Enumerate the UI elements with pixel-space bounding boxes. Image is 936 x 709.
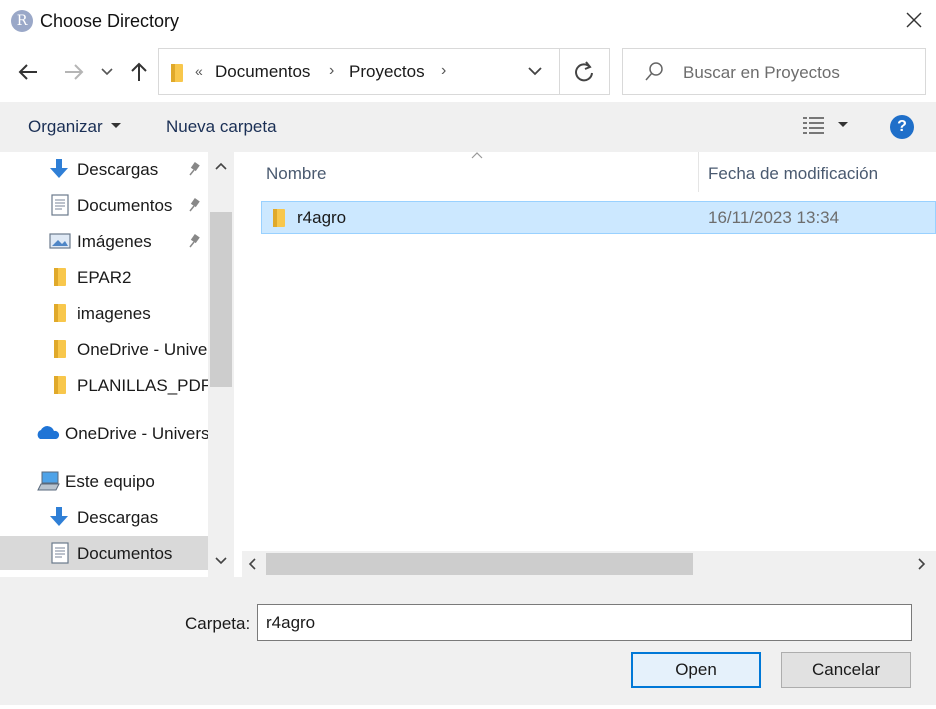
sidebar-item-label: EPAR2 [77,268,132,287]
folder-icon [273,209,285,227]
sidebar-item-label: Documentos [77,544,173,563]
scroll-up-icon[interactable] [215,162,227,170]
address-dropdown-icon[interactable] [527,63,543,79]
cloud-icon [37,426,60,439]
arrow-left-icon [18,64,37,80]
pin-icon[interactable] [186,161,202,177]
file-name: r4agro [297,208,347,227]
sidebar-item-planillas[interactable]: PLANILLAS_PDFS [0,368,208,402]
search-box[interactable]: Buscar en Proyectos [622,48,926,95]
sidebar-item-imagenes-pinned[interactable]: Imágenes [0,224,208,258]
organize-menu-button[interactable]: Organizar [28,117,103,137]
close-icon [906,12,922,28]
sidebar-item-este-equipo[interactable]: Este equipo [0,464,208,498]
folder-icon [54,340,66,358]
title-bar: R Choose Directory [0,0,936,44]
picture-icon [49,233,71,249]
close-button[interactable] [902,8,926,32]
download-arrow-icon [50,159,68,178]
arrow-right-icon [65,64,84,80]
sidebar-item-imagenes[interactable]: imagenes [0,296,208,330]
document-icon [51,194,69,216]
sidebar-scroll-thumb[interactable] [210,212,232,387]
open-button[interactable]: Open [631,652,761,688]
column-divider[interactable] [698,152,699,192]
view-options-icon[interactable] [802,114,826,136]
computer-icon [37,471,60,491]
sidebar-item-label: PLANILLAS_PDFS [77,376,208,395]
search-icon [645,62,663,81]
help-button[interactable]: ? [890,115,914,139]
sidebar-item-onedrive-folder[interactable]: OneDrive - Unive [0,332,208,366]
document-icon [51,542,69,564]
caret-down-icon[interactable] [111,123,121,129]
forward-button[interactable] [60,58,88,86]
sidebar-item-documentos[interactable]: Documentos [0,188,208,222]
window-title: Choose Directory [40,11,180,31]
command-toolbar: Organizar Nueva carpeta ? [0,102,936,152]
up-button[interactable] [125,58,153,86]
sidebar-item-onedrive[interactable]: OneDrive - Univers [0,416,208,450]
breadcrumb-proyectos[interactable]: Proyectos [349,62,425,82]
folder-icon [54,268,66,286]
folder-label: Carpeta: [185,614,251,633]
column-header-name[interactable]: Nombre [266,164,326,184]
scroll-left-icon[interactable] [248,558,256,570]
sidebar-item-label: Documentos [77,196,173,215]
sidebar-item-label: imagenes [77,304,151,323]
download-arrow-icon [50,507,68,526]
new-folder-button[interactable]: Nueva carpeta [166,117,277,137]
file-list-scroll-thumb[interactable] [266,553,693,575]
breadcrumb-documentos[interactable]: Documentos [215,62,310,82]
folder-icon [171,64,183,82]
pin-icon[interactable] [186,233,202,249]
view-caret-down-icon[interactable] [838,122,848,128]
navigation-pane: Descargas Documentos Imágenes EPAR2 imag… [0,152,234,577]
chevron-down-icon [101,68,113,76]
sidebar-item-label: Este equipo [65,472,155,491]
address-divider [559,49,560,94]
sidebar-item-descargas-pc[interactable]: Descargas [0,500,208,534]
file-date: 16/11/2023 13:34 [708,208,840,227]
folder-icon [54,376,66,394]
scroll-right-icon[interactable] [918,558,926,570]
file-row[interactable]: r4agro 16/11/2023 13:34 [261,201,936,234]
cancel-button[interactable]: Cancelar [781,652,911,688]
scroll-down-icon[interactable] [215,557,227,565]
sidebar-item-label: Descargas [77,160,159,179]
breadcrumb-overflow[interactable]: « [195,63,203,79]
file-list-scrollbar[interactable] [242,551,936,577]
dialog-footer: Carpeta: Open Cancelar [0,577,936,709]
breadcrumb-separator-icon[interactable]: › [329,62,334,80]
column-header-date[interactable]: Fecha de modificación [708,164,878,184]
navigation-bar: « Documentos › Proyectos › Buscar en Pro… [0,44,936,102]
back-button[interactable] [14,58,42,86]
breadcrumb-separator-icon[interactable]: › [441,62,446,80]
pin-icon[interactable] [186,197,202,213]
sidebar-item-documentos-pc[interactable]: Documentos [0,536,208,570]
arrow-up-icon [131,62,147,81]
folder-icon [54,304,66,322]
sidebar-item-epar2[interactable]: EPAR2 [0,260,208,294]
refresh-icon[interactable] [571,59,597,85]
sidebar-item-label: Imágenes [77,232,152,251]
recent-locations-button[interactable] [95,58,119,86]
window-bottom-edge [0,705,936,709]
sidebar-item-label: Descargas [77,508,159,527]
sidebar-item-label: OneDrive - Unive [77,340,208,359]
file-list-pane: Nombre Fecha de modificación r4agro 16/1… [242,152,936,577]
r-app-icon: R [11,10,33,32]
sort-ascending-icon [471,152,483,159]
folder-name-input[interactable] [257,604,912,641]
address-bar[interactable]: « Documentos › Proyectos › [158,48,610,95]
search-placeholder: Buscar en Proyectos [683,63,840,82]
sidebar-scrollbar[interactable] [208,152,234,577]
sidebar-item-descargas[interactable]: Descargas [0,152,208,186]
sidebar-item-label: OneDrive - Univers [65,424,208,443]
